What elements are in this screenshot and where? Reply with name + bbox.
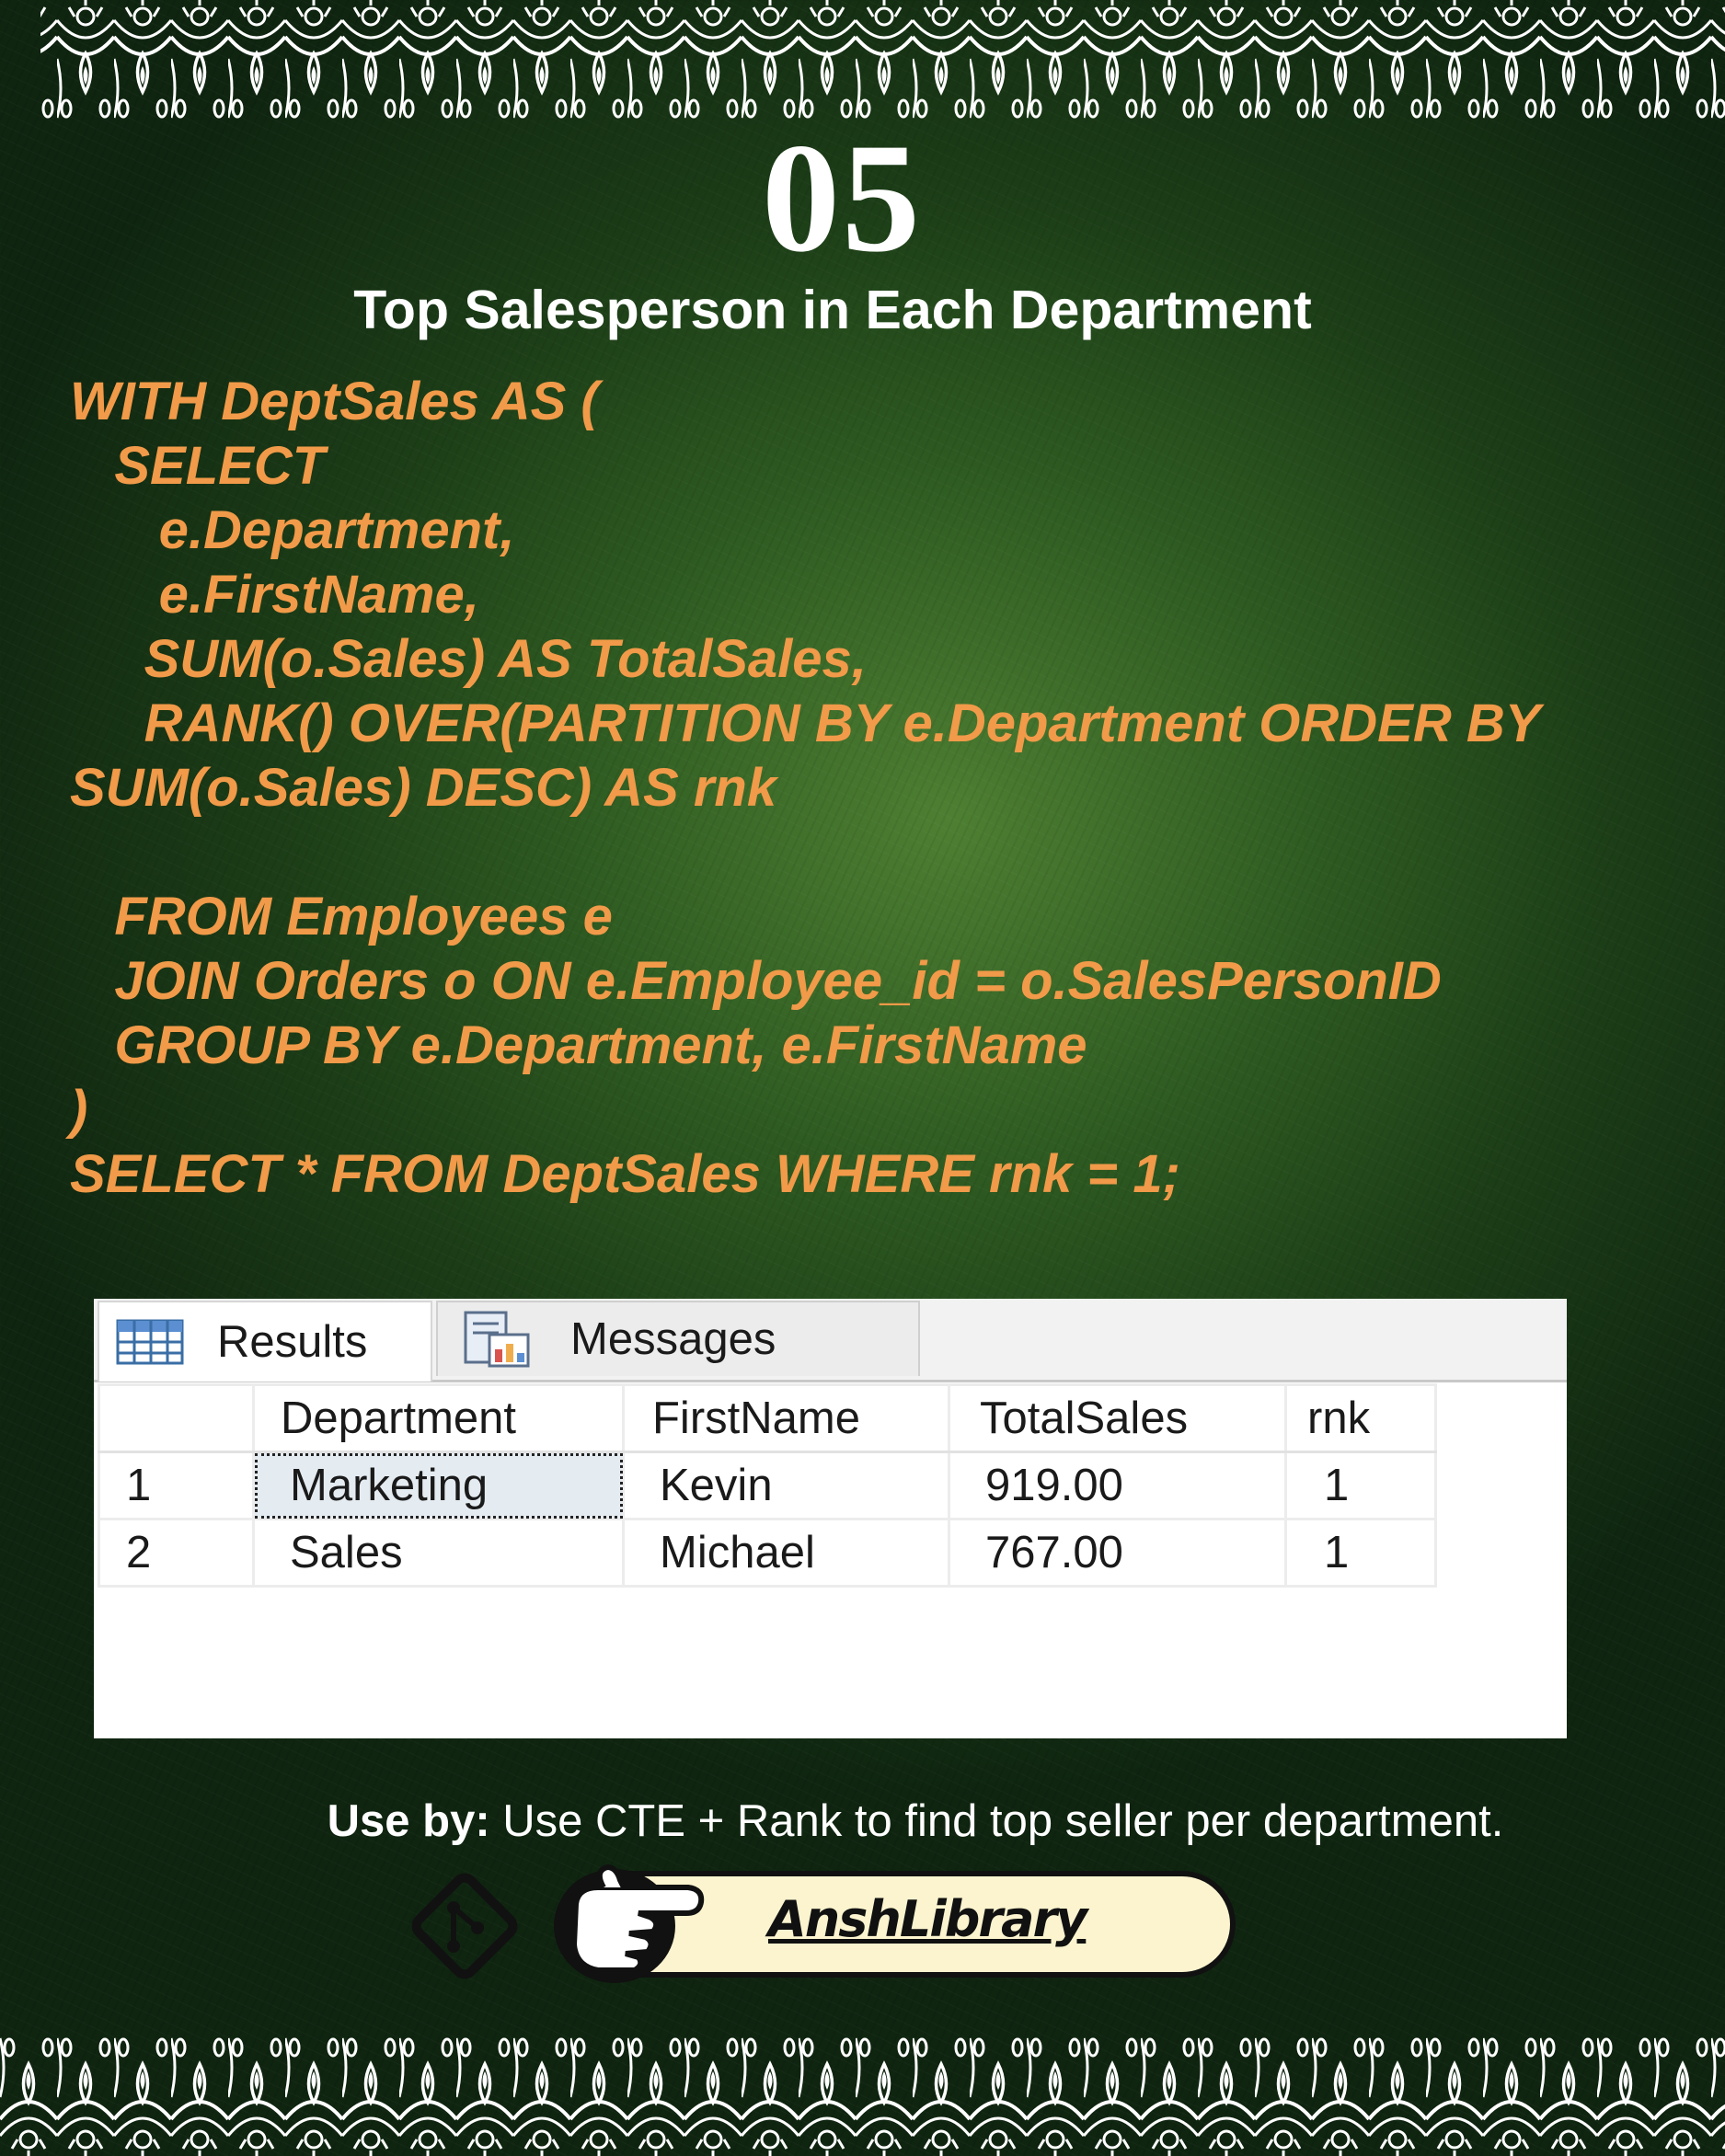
- messages-icon: [462, 1309, 534, 1370]
- code-line: SELECT: [70, 436, 326, 496]
- tab-messages-label: Messages: [570, 1314, 776, 1364]
- tab-results[interactable]: Results: [98, 1301, 432, 1382]
- column-header-firstname[interactable]: FirstName: [622, 1383, 950, 1453]
- pointing-hand-icon: [554, 1864, 705, 1983]
- grid-icon: [116, 1319, 184, 1365]
- code-line: FROM Employees e: [70, 887, 613, 946]
- code-line: ): [70, 1080, 88, 1140]
- row-number[interactable]: 2: [98, 1518, 255, 1588]
- grid-cell-department[interactable]: Marketing: [252, 1451, 625, 1520]
- grid-cell-rnk[interactable]: 1: [1284, 1451, 1437, 1520]
- grid-cell-firstname[interactable]: Michael: [622, 1518, 950, 1588]
- code-line: SELECT * FROM DeptSales WHERE rnk = 1;: [70, 1144, 1180, 1204]
- git-icon[interactable]: [406, 1867, 523, 1985]
- use-by-label: Use by:: [327, 1796, 490, 1846]
- grid-cell-totalsales[interactable]: 919.00: [948, 1451, 1287, 1520]
- results-tab-strip: Results Messages: [94, 1299, 1567, 1382]
- column-header-rnk[interactable]: rnk: [1284, 1383, 1437, 1453]
- code-line: GROUP BY e.Department, e.FirstName: [70, 1015, 1087, 1075]
- row-number-header[interactable]: [98, 1383, 255, 1453]
- slide-title: Top Salesperson in Each Department: [353, 280, 1312, 340]
- row-number[interactable]: 1: [98, 1451, 255, 1520]
- results-grid: Department FirstName TotalSales rnk 1 Ma…: [98, 1383, 1437, 1588]
- results-header-row: Department FirstName TotalSales rnk: [98, 1383, 1437, 1453]
- use-by-text: Use CTE + Rank to find top seller per de…: [489, 1796, 1504, 1846]
- tab-messages[interactable]: Messages: [436, 1301, 920, 1376]
- code-line: WITH DeptSales AS (: [70, 372, 599, 431]
- query-results-panel: Results Messages Department FirstName To…: [94, 1299, 1567, 1738]
- code-line: e.FirstName,: [70, 565, 479, 625]
- slide-number: 05: [762, 111, 922, 284]
- table-row: 1 Marketing Kevin 919.00 1: [98, 1451, 1437, 1520]
- table-row: 2 Sales Michael 767.00 1: [98, 1518, 1437, 1588]
- ornamental-border-bottom: [0, 2027, 1725, 2156]
- grid-cell-totalsales[interactable]: 767.00: [948, 1518, 1287, 1588]
- code-line: SUM(o.Sales) DESC) AS rnk: [70, 758, 777, 818]
- tab-results-label: Results: [217, 1317, 368, 1367]
- column-header-department[interactable]: Department: [252, 1383, 625, 1453]
- code-line: e.Department,: [70, 500, 515, 560]
- sql-code-block: WITH DeptSales AS ( SELECT e.Department,…: [70, 370, 1689, 1207]
- column-header-totalsales[interactable]: TotalSales: [948, 1383, 1287, 1453]
- library-link-text[interactable]: AnshLibrary: [768, 1890, 1087, 1948]
- grid-cell-department[interactable]: Sales: [252, 1518, 625, 1588]
- grid-cell-firstname[interactable]: Kevin: [622, 1451, 950, 1520]
- code-line: JOIN Orders o ON e.Employee_id = o.Sales…: [70, 951, 1442, 1011]
- code-line: SUM(o.Sales) AS TotalSales,: [70, 629, 867, 689]
- grid-cell-rnk[interactable]: 1: [1284, 1518, 1437, 1588]
- code-line: RANK() OVER(PARTITION BY e.Department OR…: [70, 694, 1541, 753]
- use-by-caption: Use by: Use CTE + Rank to find top selle…: [0, 1795, 1725, 1847]
